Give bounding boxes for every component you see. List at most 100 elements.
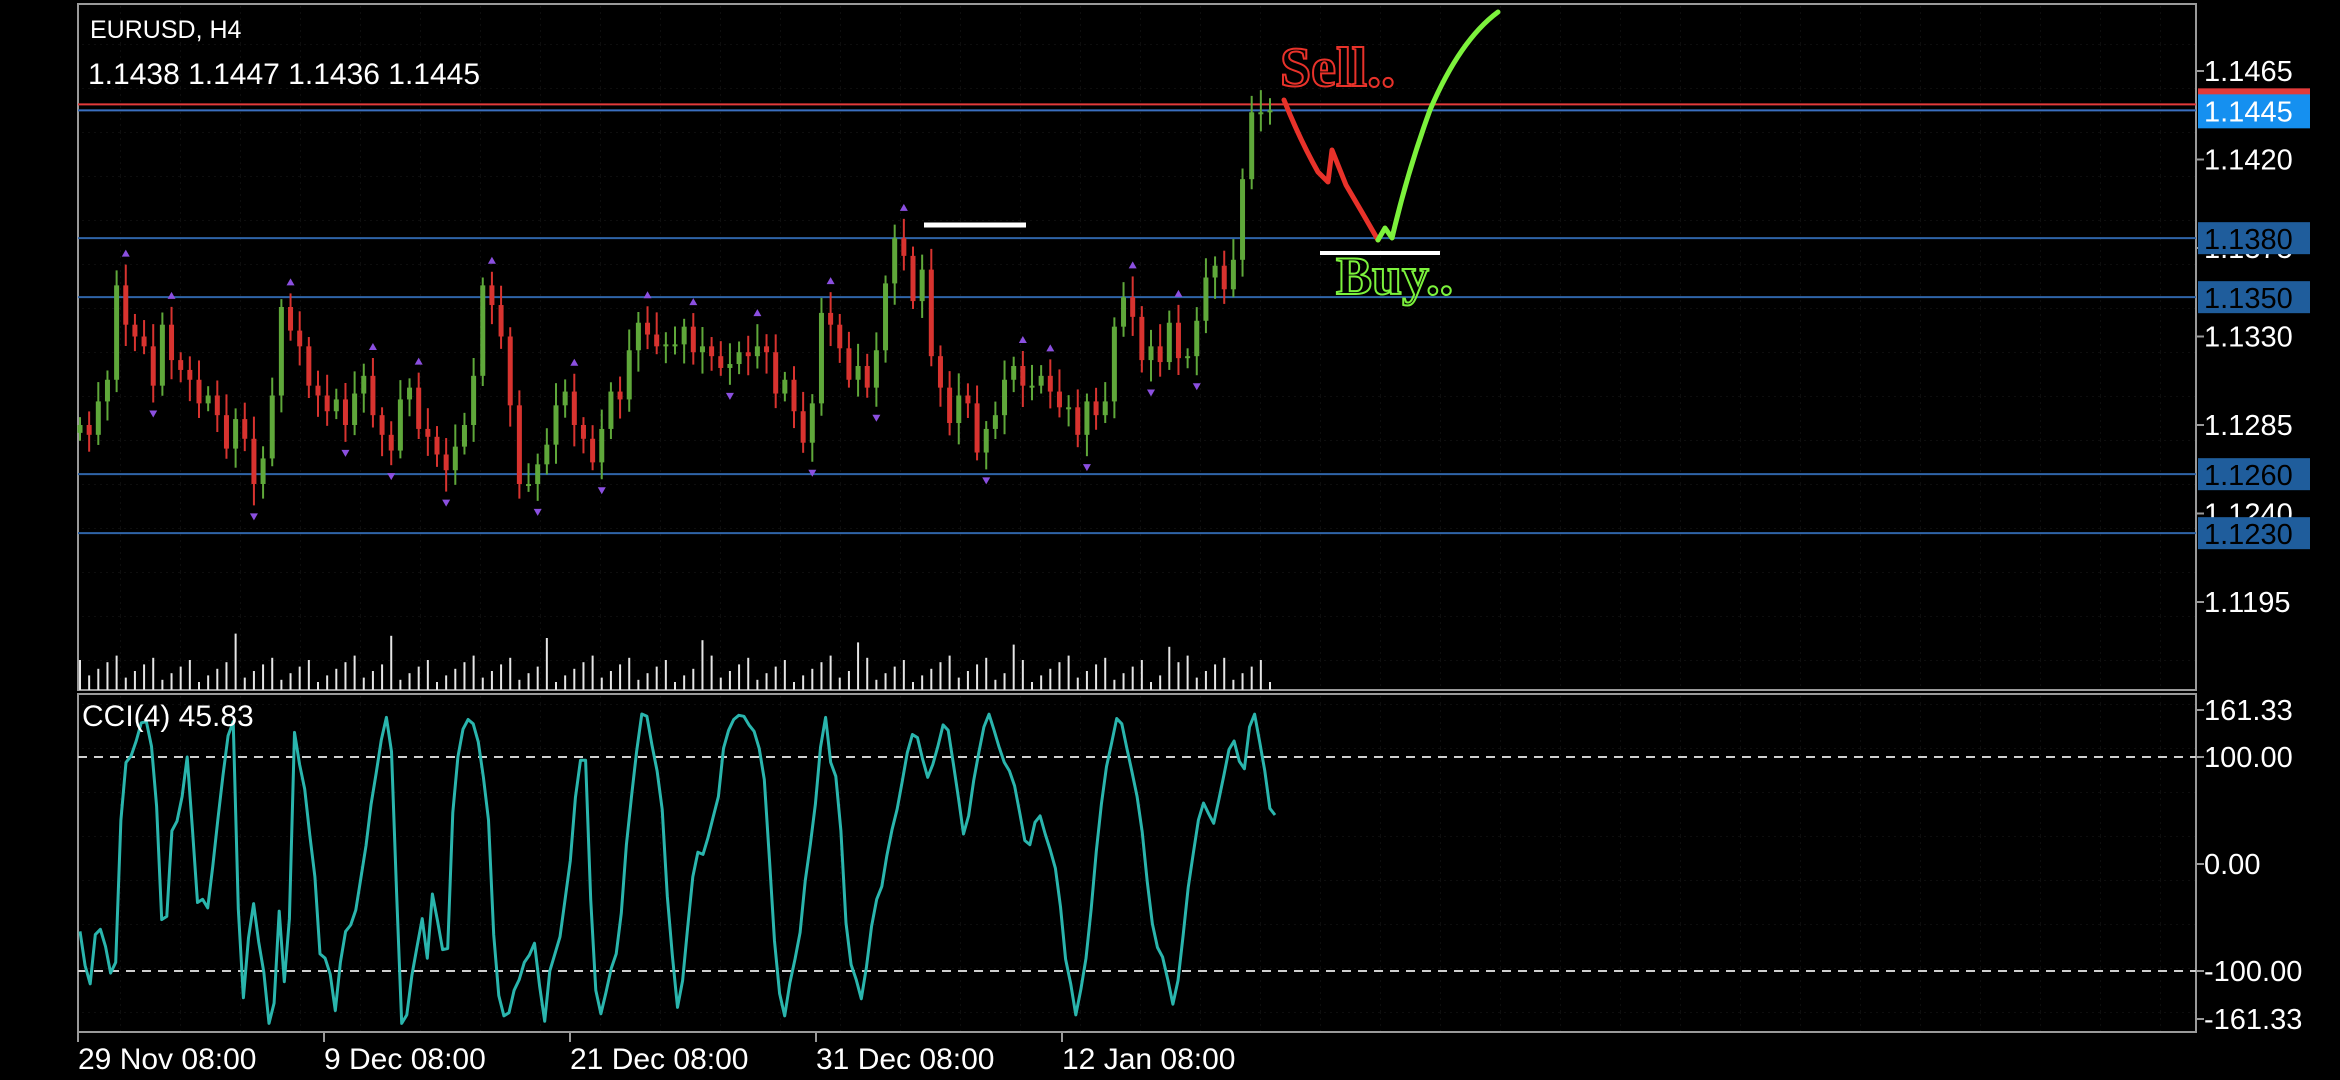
- candle-body: [553, 405, 559, 445]
- candle-body: [260, 458, 266, 484]
- candle-body: [269, 395, 275, 459]
- candle-body: [388, 434, 394, 451]
- candle-body: [141, 336, 147, 347]
- candle-body: [95, 401, 101, 435]
- candle-body: [114, 285, 120, 380]
- time-tick-label: 29 Nov 08:00: [78, 1043, 256, 1076]
- time-tick-label: 9 Dec 08:00: [324, 1043, 486, 1076]
- candle-body: [1157, 346, 1163, 363]
- candle-body: [425, 428, 431, 437]
- candle-body: [1075, 407, 1081, 435]
- candle-body: [1203, 277, 1209, 321]
- candle-body: [297, 330, 303, 347]
- level-price-label: 1.1260: [2204, 460, 2293, 492]
- level-price-label: 1.1230: [2204, 519, 2293, 551]
- candle-body: [690, 326, 696, 353]
- price-tick-label: 1.1330: [2204, 322, 2293, 354]
- candle-body: [947, 387, 953, 424]
- candle-body: [169, 324, 175, 361]
- time-axis[interactable]: 29 Nov 08:00 9 Dec 08:00 21 Dec 08:00 31 De…: [77, 1032, 1235, 1076]
- candle-body: [883, 283, 889, 351]
- candle-body: [1139, 316, 1145, 361]
- candle-body: [965, 395, 971, 404]
- candle-body: [480, 285, 486, 376]
- cci-indicator-label[interactable]: CCI(4) 45.83: [82, 700, 254, 734]
- candle-body: [1185, 356, 1191, 359]
- candle-body: [901, 238, 907, 256]
- candle-body: [461, 425, 467, 447]
- candle-body: [617, 391, 623, 400]
- candle-body: [590, 438, 596, 463]
- time-tick-label: 31 Dec 08:00: [816, 1043, 994, 1076]
- candle-body: [1056, 391, 1062, 408]
- candle-body: [1240, 179, 1246, 260]
- candle-body: [324, 395, 330, 412]
- candle-body: [864, 366, 870, 388]
- candle-body: [1175, 322, 1181, 359]
- sell-annotation: Sell..: [1280, 37, 1395, 99]
- candle-body: [892, 238, 898, 284]
- candle-body: [663, 344, 669, 347]
- price-tick-label: 1.1195: [2204, 587, 2291, 619]
- candle-body: [1221, 265, 1227, 290]
- candle-body: [1258, 112, 1264, 115]
- candle-body: [205, 395, 211, 404]
- candle-body: [809, 403, 815, 443]
- candle-body: [1020, 366, 1026, 386]
- candle-body: [86, 425, 92, 435]
- candle-body: [178, 360, 184, 370]
- level-price-label: 1.1380: [2204, 224, 2293, 256]
- candle-body: [1102, 401, 1108, 416]
- candle-body: [342, 399, 348, 425]
- candle-body: [306, 346, 312, 386]
- price-tick-label: 1.1285: [2204, 410, 2293, 442]
- candle-body: [77, 425, 83, 433]
- candle-body: [580, 425, 586, 439]
- candle-body: [489, 285, 495, 306]
- candle-body: [855, 366, 861, 380]
- trading-chart[interactable]: 1.14651.14201.13751.13301.12851.12401.11…: [0, 0, 2340, 1080]
- candle-body: [443, 454, 449, 471]
- candle-body: [1011, 366, 1017, 380]
- time-tick-label: 12 Jan 08:00: [1062, 1043, 1235, 1076]
- candle-body: [773, 352, 779, 394]
- price-tick-label: 1.1420: [2204, 145, 2293, 177]
- candle-body: [242, 419, 248, 439]
- level-price-label: 1.1350: [2204, 283, 2293, 315]
- candle-body: [672, 344, 678, 347]
- candle-body: [654, 334, 660, 347]
- candle-body: [223, 415, 229, 449]
- candle-body: [104, 379, 110, 402]
- candle-body: [1047, 375, 1053, 392]
- candle-body: [754, 346, 760, 357]
- candle-body: [498, 305, 504, 337]
- candle-body: [699, 346, 705, 353]
- candle-body: [910, 255, 916, 302]
- candle-body: [535, 464, 541, 484]
- current-price-label: 1.1445: [2204, 96, 2293, 128]
- candle-body: [452, 446, 458, 471]
- candle-body: [416, 387, 422, 429]
- candle-body: [150, 346, 156, 386]
- symbol-timeframe-label[interactable]: EURUSD, H4: [90, 16, 241, 45]
- candle-body: [352, 393, 358, 425]
- price-panel[interactable]: [77, 3, 2197, 691]
- buy-annotation: Buy..: [1336, 246, 1453, 306]
- candle-body: [1130, 297, 1136, 317]
- candle-body: [315, 385, 321, 396]
- candle-body: [544, 444, 550, 465]
- cci-tick-label: 161.33: [2204, 695, 2293, 727]
- candle-body: [599, 428, 605, 463]
- cci-tick-label: 0.00: [2204, 849, 2260, 881]
- candle-body: [873, 350, 879, 388]
- candle-body: [1166, 322, 1172, 363]
- candle-body: [745, 352, 751, 357]
- candle-body: [361, 375, 367, 394]
- candle-body: [727, 364, 733, 368]
- candle-body: [818, 312, 824, 404]
- cci-tick-label: -100.00: [2204, 956, 2302, 988]
- time-tick-label: 21 Dec 08:00: [570, 1043, 748, 1076]
- candle-body: [1029, 385, 1035, 388]
- candle-body: [434, 436, 440, 455]
- candle-body: [1212, 265, 1218, 278]
